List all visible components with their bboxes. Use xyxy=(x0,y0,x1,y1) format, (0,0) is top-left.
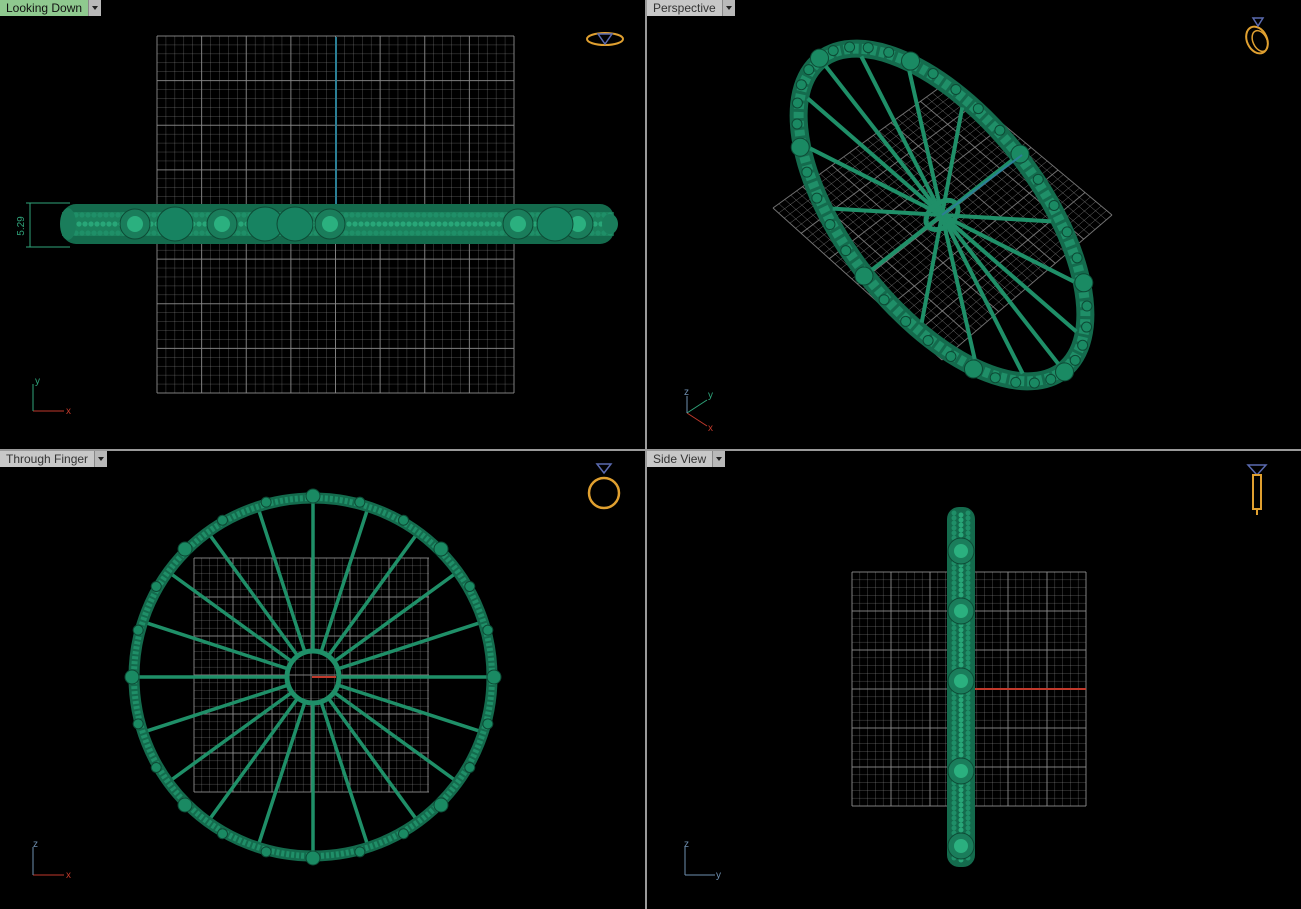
viewport-title-tab[interactable]: Perspective xyxy=(647,0,735,16)
axis-indicator: x y xyxy=(32,376,71,417)
ring-side-icon[interactable] xyxy=(1245,461,1269,517)
axis-indicator: x z xyxy=(32,839,71,881)
axis-label-x: x xyxy=(66,406,71,417)
ring-band-top[interactable] xyxy=(60,204,618,244)
axis-label-z: z xyxy=(684,839,689,850)
ring-top-icon[interactable] xyxy=(584,28,626,50)
viewport-title-tab[interactable]: Through Finger xyxy=(0,451,108,467)
axis-indicator: y z xyxy=(684,839,721,881)
viewport-title-tab[interactable]: Side View xyxy=(647,451,726,467)
viewport-divider-horizontal[interactable] xyxy=(0,449,1301,451)
viewport-side[interactable]: y z Side View xyxy=(647,451,1301,909)
viewport-divider-vertical[interactable] xyxy=(645,0,647,909)
axis-label-z: z xyxy=(684,387,689,398)
axis-label-y: y xyxy=(716,870,721,881)
perspective-view-canvas[interactable]: x y z xyxy=(647,0,1301,449)
axis-label-y: y xyxy=(35,376,40,387)
ring-perspective-icon[interactable] xyxy=(1239,14,1275,58)
front-view-canvas[interactable]: x z xyxy=(0,451,645,909)
chevron-down-icon[interactable] xyxy=(721,0,735,16)
viewport-title-tab[interactable]: Looking Down xyxy=(0,0,102,16)
axis-label-x: x xyxy=(708,423,713,434)
chevron-down-icon[interactable] xyxy=(94,451,108,467)
viewport-front[interactable]: x z Through Finger xyxy=(0,451,645,909)
ring-perspective-model[interactable] xyxy=(744,0,1139,430)
viewport-title[interactable]: Perspective xyxy=(647,0,722,16)
side-view-canvas[interactable]: y z xyxy=(647,451,1301,909)
axis-indicator: x y z xyxy=(684,387,713,434)
chevron-down-icon[interactable] xyxy=(88,0,102,16)
axis-label-x: x xyxy=(66,870,71,881)
ring-front-icon[interactable] xyxy=(584,461,624,513)
dimension-label: 5.29 xyxy=(16,216,27,236)
top-view-canvas[interactable]: 5.29 x y xyxy=(0,0,645,449)
viewport-title[interactable]: Side View xyxy=(647,451,713,467)
viewport-top[interactable]: 5.29 x y Looking Down xyxy=(0,0,645,449)
viewport-title[interactable]: Through Finger xyxy=(0,451,95,467)
chevron-down-icon[interactable] xyxy=(712,451,726,467)
axis-label-z: z xyxy=(33,839,38,850)
ring-band-side[interactable] xyxy=(947,507,975,867)
viewport-title[interactable]: Looking Down xyxy=(0,0,89,16)
viewport-perspective[interactable]: x y z Perspective xyxy=(647,0,1301,449)
axis-label-y: y xyxy=(708,390,713,401)
